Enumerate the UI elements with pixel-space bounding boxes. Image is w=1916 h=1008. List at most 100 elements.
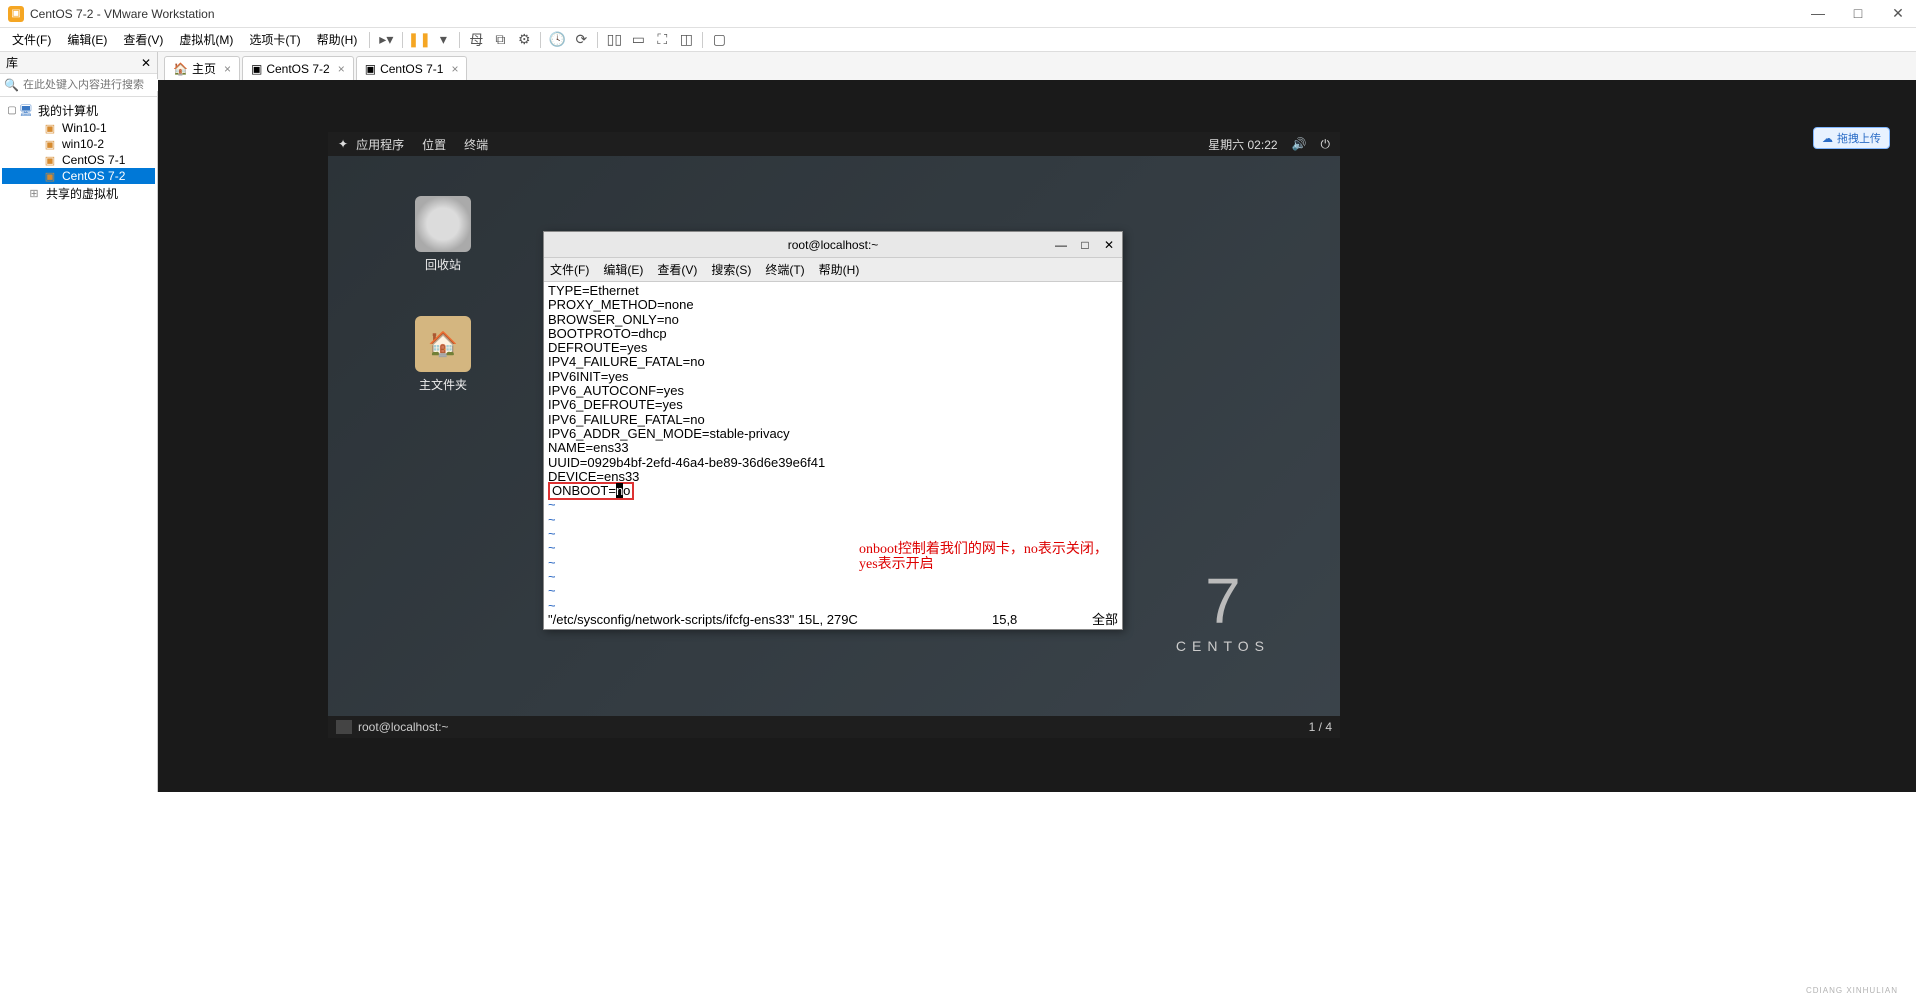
term-tilde: ~ <box>548 599 1118 613</box>
vm-icon: ▣ <box>42 137 58 151</box>
snapshot-mgr-icon[interactable]: ⧉ <box>490 30 510 50</box>
next-icon[interactable]: ▾ <box>433 30 453 50</box>
tab-label: 主页 <box>192 60 216 77</box>
term-tilde: ~ <box>548 527 1118 541</box>
sidebar-close-icon[interactable]: ✕ <box>141 56 151 70</box>
term-tilde: ~ <box>548 584 1118 598</box>
separator <box>597 32 598 48</box>
menu-edit[interactable]: 编辑(E) <box>59 31 115 48</box>
tab-home[interactable]: 🏠 主页 × <box>164 56 240 80</box>
term-line: UUID=0929b4bf-2efd-46a4-be89-36d6e39e6f4… <box>548 456 1118 470</box>
term-menu-help[interactable]: 帮助(H) <box>819 261 860 278</box>
term-menu-terminal[interactable]: 终端(T) <box>765 261 804 278</box>
annotation-text: onboot控制着我们的网卡，no表示关闭，yes表示开启 <box>859 542 1122 573</box>
term-maximize-button[interactable]: □ <box>1076 236 1094 254</box>
terminal-content[interactable]: TYPE=Ethernet PROXY_METHOD=none BROWSER_… <box>544 282 1122 629</box>
power-dropdown-icon[interactable]: ▸▾ <box>376 30 396 50</box>
menu-file[interactable]: 文件(F) <box>4 31 59 48</box>
sidebar-title: 库 <box>6 54 18 71</box>
activities-icon[interactable]: ✦ <box>338 137 348 151</box>
folder-image <box>415 316 471 372</box>
tab-close-icon[interactable]: × <box>224 62 231 76</box>
console-icon[interactable]: ▢ <box>709 30 729 50</box>
gnome-datetime[interactable]: 星期六 02:22 <box>1208 136 1277 153</box>
term-minimize-button[interactable]: — <box>1052 236 1070 254</box>
tab-label: CentOS 7-1 <box>380 62 443 76</box>
vm-viewport[interactable]: ✦ 应用程序 位置 终端 星期六 02:22 🔊 ⏻ 回收站 主文件夹 7 CE… <box>328 132 1340 738</box>
term-tilde: ~ <box>548 498 1118 512</box>
vm-icon: ▣ <box>251 62 262 76</box>
term-menu-file[interactable]: 文件(F) <box>550 261 589 278</box>
tab-close-icon[interactable]: × <box>338 62 345 76</box>
terminal-window[interactable]: root@localhost:~ — □ ✕ 文件(F) 编辑(E) 查看(V)… <box>543 231 1123 630</box>
tab-close-icon[interactable]: × <box>451 62 458 76</box>
window-controls: — □ ✕ <box>1808 5 1908 22</box>
tree-vm-win10-2[interactable]: ▣ win10-2 <box>2 136 155 152</box>
terminal-titlebar[interactable]: root@localhost:~ — □ ✕ <box>544 232 1122 258</box>
fullscreen-icon[interactable]: ⛶ <box>652 30 672 50</box>
close-button[interactable]: ✕ <box>1888 5 1908 22</box>
term-menu-search[interactable]: 搜索(S) <box>711 261 751 278</box>
tree-label: win10-2 <box>62 137 104 151</box>
term-close-button[interactable]: ✕ <box>1100 236 1118 254</box>
volume-icon[interactable]: 🔊 <box>1292 137 1307 151</box>
tree-vm-centos72[interactable]: ▣ CentOS 7-2 <box>2 168 155 184</box>
menu-view[interactable]: 查看(V) <box>115 31 171 48</box>
gnome-topbar: ✦ 应用程序 位置 终端 星期六 02:22 🔊 ⏻ <box>328 132 1340 156</box>
minimize-button[interactable]: — <box>1808 5 1828 22</box>
tab-centos71[interactable]: ▣ CentOS 7-1 × <box>356 56 468 80</box>
gnome-apps[interactable]: 应用程序 <box>356 136 404 153</box>
revert-icon[interactable]: ⚙ <box>514 30 534 50</box>
separator <box>402 32 403 48</box>
vim-scroll-pct: 全部 <box>1092 613 1118 627</box>
menubar: 文件(F) 编辑(E) 查看(V) 虚拟机(M) 选项卡(T) 帮助(H) ▸▾… <box>0 28 1916 52</box>
computer-icon: 🖥 <box>18 104 34 118</box>
upload-button[interactable]: ☁ 拖拽上传 <box>1813 127 1890 149</box>
tree-vm-win10-1[interactable]: ▣ Win10-1 <box>2 120 155 136</box>
power-icon[interactable]: ⏻ <box>1321 137 1331 152</box>
tree-label: 我的计算机 <box>38 102 98 119</box>
tree-label: CentOS 7-2 <box>62 169 125 183</box>
gnome-places[interactable]: 位置 <box>422 136 446 153</box>
tab-centos72[interactable]: ▣ CentOS 7-2 × <box>242 56 354 80</box>
home-label: 主文件夹 <box>398 376 488 393</box>
taskbar-app-label[interactable]: root@localhost:~ <box>358 720 449 734</box>
refresh-icon[interactable]: ⟳ <box>571 30 591 50</box>
workspace-indicator[interactable]: 1 / 4 <box>1309 720 1332 734</box>
trash-label: 回收站 <box>398 256 488 273</box>
home-folder-icon[interactable]: 主文件夹 <box>398 316 488 393</box>
sidebar-header: 库 ✕ <box>0 52 157 74</box>
term-menu-view[interactable]: 查看(V) <box>657 261 697 278</box>
expand-icon[interactable]: ▢ <box>6 105 18 116</box>
term-menu-edit[interactable]: 编辑(E) <box>603 261 643 278</box>
tree-label: CentOS 7-1 <box>62 153 125 167</box>
snapshot-icon[interactable]: 母 <box>466 30 486 50</box>
upload-label: 拖拽上传 <box>1837 130 1881 146</box>
unity-icon[interactable]: ◫ <box>676 30 696 50</box>
search-icon: 🔍 <box>4 78 19 92</box>
term-line: IPV6_DEFROUTE=yes <box>548 398 1118 412</box>
library-tree: ▢ 🖥 我的计算机 ▣ Win10-1 ▣ win10-2 ▣ CentOS 7… <box>0 97 157 207</box>
tree-shared-vms[interactable]: ⊞ 共享的虚拟机 <box>2 184 155 203</box>
trash-image <box>415 196 471 252</box>
tree-vm-centos71[interactable]: ▣ CentOS 7-1 <box>2 152 155 168</box>
gnome-desktop[interactable]: 回收站 主文件夹 7 CENTOS root@localhost:~ — □ ✕ <box>328 156 1340 716</box>
menu-vm[interactable]: 虚拟机(M) <box>171 31 241 48</box>
taskbar-app-icon[interactable] <box>336 720 352 734</box>
trash-icon[interactable]: 回收站 <box>398 196 488 273</box>
maximize-button[interactable]: □ <box>1848 5 1868 22</box>
separator <box>459 32 460 48</box>
gnome-terminal[interactable]: 终端 <box>464 136 488 153</box>
pause-icon[interactable]: ❚❚ <box>409 30 429 50</box>
search-input[interactable] <box>23 79 165 91</box>
watermark: X 创新互联 CDIANG XINHULIAN <box>1772 970 1898 998</box>
tree-my-computer[interactable]: ▢ 🖥 我的计算机 <box>2 101 155 120</box>
layout2-icon[interactable]: ▭ <box>628 30 648 50</box>
term-line: IPV6_ADDR_GEN_MODE=stable-privacy <box>548 427 1118 441</box>
vm-icon: ▣ <box>42 121 58 135</box>
menu-tabs[interactable]: 选项卡(T) <box>241 31 308 48</box>
clock-icon[interactable]: 🕓 <box>547 30 567 50</box>
menu-help[interactable]: 帮助(H) <box>309 31 366 48</box>
shared-icon: ⊞ <box>26 187 42 201</box>
layout1-icon[interactable]: ▯▯ <box>604 30 624 50</box>
